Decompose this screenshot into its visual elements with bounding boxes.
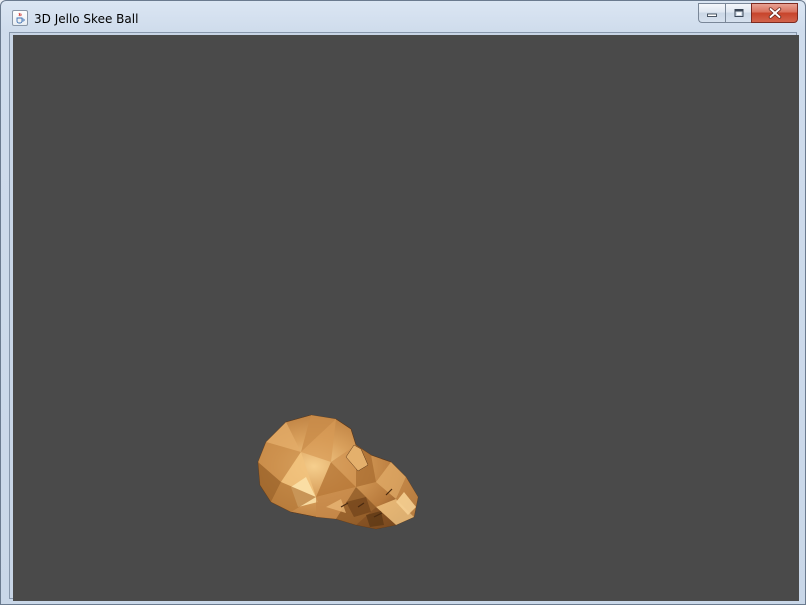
close-button[interactable] [751, 3, 798, 23]
caption-buttons [698, 3, 798, 23]
minimize-icon [707, 13, 717, 17]
3d-head-model[interactable] [246, 407, 426, 532]
maximize-button[interactable] [725, 3, 751, 23]
3d-viewport[interactable] [13, 35, 799, 601]
maximize-icon [734, 9, 743, 17]
java-cup-icon[interactable] [12, 10, 28, 26]
close-icon [768, 7, 781, 19]
title-bar[interactable]: 3D Jello Skee Ball [1, 1, 805, 33]
minimize-button[interactable] [698, 3, 725, 23]
window-title: 3D Jello Skee Ball [34, 12, 139, 26]
app-window: 3D Jello Skee Ball [0, 0, 806, 605]
client-area [9, 32, 799, 601]
